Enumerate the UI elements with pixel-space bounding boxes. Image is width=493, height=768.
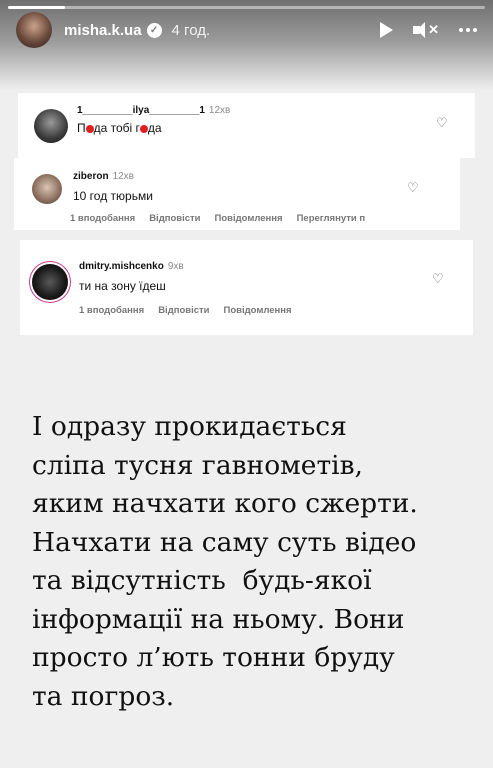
commenter-name[interactable]: ziberon 12хв — [73, 171, 134, 182]
commenter-avatar — [32, 174, 62, 204]
comment-text: Пда тобі г да — [77, 121, 162, 135]
comment-card: 1_________ilya_________1 12хв Пда тобі гд… — [18, 93, 475, 158]
comment-actions: 1 вподобання Відповісти Повідомлення — [79, 305, 292, 316]
like-heart-icon[interactable]: ♡ — [436, 116, 450, 129]
commenter-name[interactable]: 1_________ilya_________1 12хв — [77, 105, 230, 116]
commenter-avatar — [34, 109, 68, 143]
story-text-line: та погроз. — [32, 680, 175, 712]
censor-mark-icon — [139, 124, 148, 133]
like-heart-icon[interactable]: ♡ — [407, 181, 421, 194]
comment-actions: 1 вподобання Відповісти Повідомлення Пер… — [70, 213, 365, 224]
comment-time: 12хв — [208, 105, 231, 116]
comment-text: 10 год тюрьми — [73, 189, 153, 203]
username[interactable]: misha.k.ua — [64, 22, 142, 39]
likes-count[interactable]: 1 вподобання — [70, 213, 135, 224]
message-button[interactable]: Повідомлення — [215, 213, 283, 224]
story-text-line: сліпа тусня гавнометів, — [32, 449, 363, 481]
story-header: misha.k.ua ✓ 4 год. ✕ — [16, 12, 477, 48]
comment-time: 9хв — [167, 261, 184, 272]
story-text-line: яким начхати кого сжерти. — [32, 488, 418, 519]
mute-icon[interactable]: ✕ — [413, 22, 439, 38]
more-options-icon[interactable] — [459, 28, 477, 32]
reply-button[interactable]: Відповісти — [158, 305, 209, 316]
censor-mark-icon — [85, 124, 94, 133]
commenter-avatar — [32, 264, 68, 300]
story-text-line: та відсутність будь-якої — [32, 565, 372, 596]
story-controls: ✕ — [380, 22, 477, 38]
story-text-line: І одразу прокидається — [32, 411, 347, 442]
comment-time: 12хв — [112, 171, 134, 182]
reply-button[interactable]: Відповісти — [149, 213, 200, 224]
comment-card: ziberon 12хв 10 год тюрьми ♡ 1 вподобання… — [14, 158, 460, 230]
message-button[interactable]: Повідомлення — [224, 305, 292, 316]
story-progress-bar — [8, 6, 485, 9]
story-text-line: інформації на ньому. Вони — [32, 603, 405, 635]
play-icon[interactable] — [380, 22, 394, 38]
comment-text: ти на зону їдеш — [79, 279, 166, 293]
comment-card: dmitry.mishcenko 9хв ти на зону їдеш ♡ 1 … — [20, 240, 473, 335]
post-time: 4 год. — [171, 21, 211, 39]
view-replies-link[interactable]: Переглянути п — [297, 213, 366, 224]
story-progress-fill — [8, 6, 66, 9]
story-viewer: misha.k.ua ✓ 4 год. ✕ 1_________ilya____… — [0, 0, 493, 768]
commenter-name[interactable]: dmitry.mishcenko 9хв — [79, 261, 184, 272]
story-text: І одразу прокидається сліпа тусня гавном… — [32, 408, 472, 716]
likes-count[interactable]: 1 вподобання — [79, 305, 144, 316]
story-text-line: Начхати на саму суть відео — [32, 526, 417, 558]
verified-badge-icon: ✓ — [146, 22, 162, 38]
story-text-line: просто л’ють тонни бруду — [32, 642, 395, 673]
like-heart-icon[interactable]: ♡ — [432, 272, 446, 285]
avatar[interactable] — [16, 12, 52, 48]
